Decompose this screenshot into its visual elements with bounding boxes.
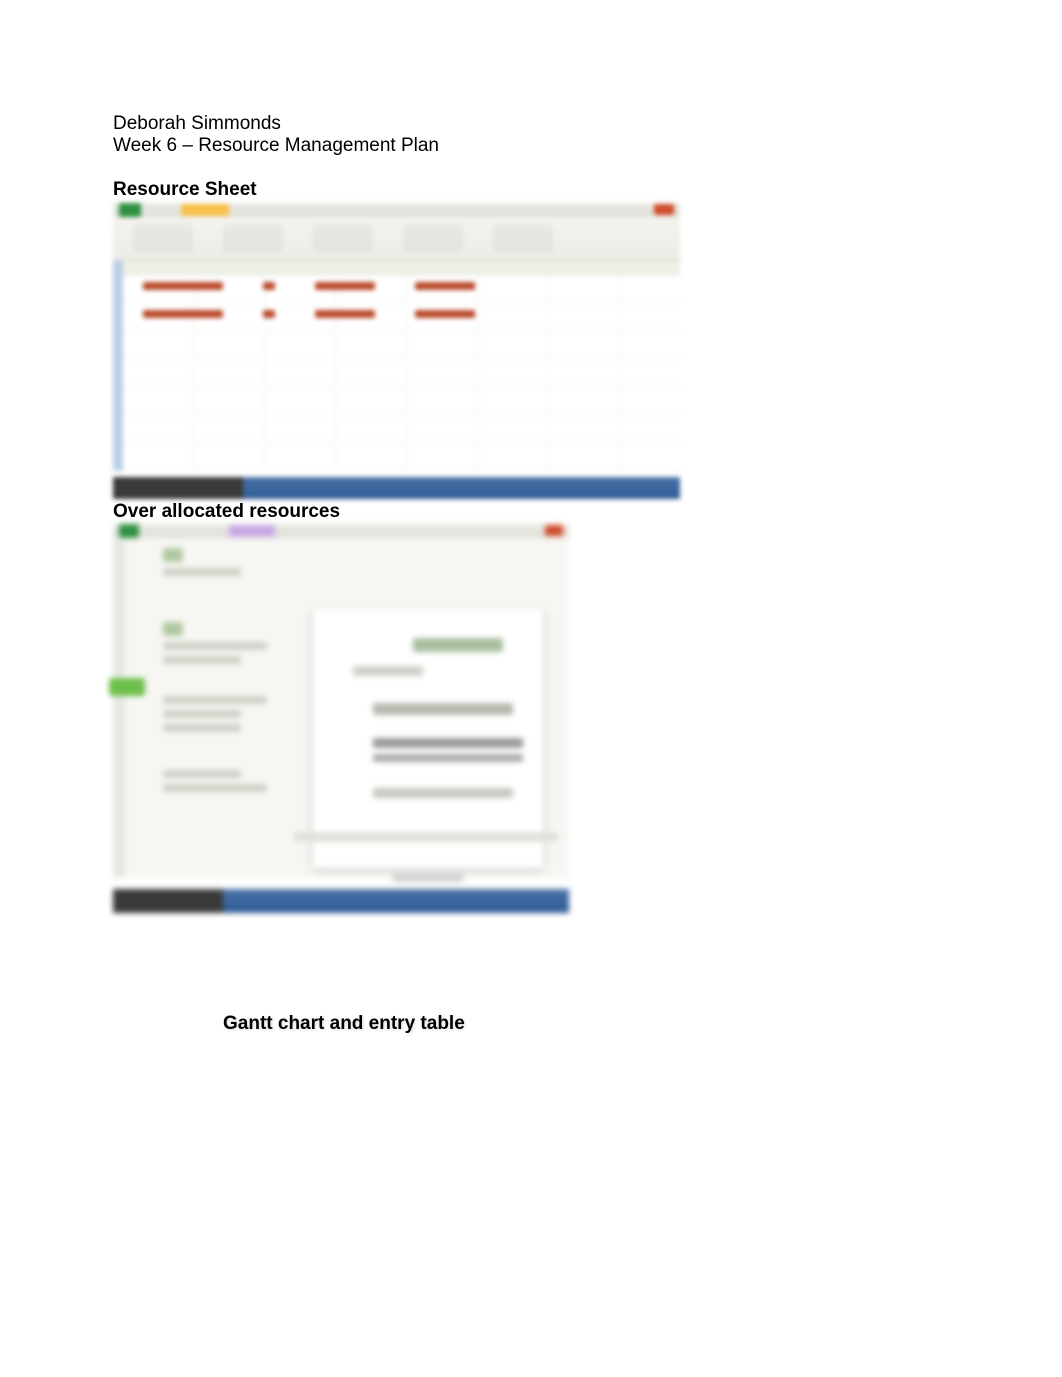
ribbon-tabstrip xyxy=(113,524,569,538)
active-ribbon-tab xyxy=(181,204,229,216)
grid-row xyxy=(143,307,650,321)
preview-content xyxy=(373,788,513,798)
grid-cell xyxy=(263,310,275,318)
print-options-panel xyxy=(163,548,293,868)
grid-row xyxy=(143,279,650,293)
option-block xyxy=(163,696,293,746)
section-heading-gantt: Gantt chart and entry table xyxy=(223,1013,1062,1035)
option-icon xyxy=(163,548,183,562)
document-subtitle: Week 6 – Resource Management Plan xyxy=(113,135,1062,157)
option-line xyxy=(163,724,241,732)
grid-cell xyxy=(143,282,223,290)
row-gutter xyxy=(113,261,123,471)
ribbon-group xyxy=(403,224,463,252)
preview-content xyxy=(373,738,523,748)
document-page: Deborah Simmonds Week 6 – Resource Manag… xyxy=(0,0,1062,1035)
option-line xyxy=(163,696,267,704)
option-block xyxy=(163,770,293,820)
ribbon-group xyxy=(313,224,373,252)
grid-cell xyxy=(143,310,223,318)
status-bar xyxy=(113,477,680,499)
preview-content xyxy=(373,754,523,762)
grid-cell xyxy=(415,282,475,290)
left-gutter xyxy=(113,538,125,878)
option-line xyxy=(163,568,241,576)
grid-cell xyxy=(315,310,375,318)
grid-cell xyxy=(315,282,375,290)
preview-content xyxy=(353,666,423,676)
active-nav-pill xyxy=(109,678,145,696)
grid-cell xyxy=(415,310,475,318)
option-icon xyxy=(163,622,183,636)
active-ribbon-tab xyxy=(229,525,275,537)
option-line xyxy=(163,656,241,664)
ribbon-group xyxy=(133,224,193,252)
ribbon-group xyxy=(223,224,283,252)
ribbon-body xyxy=(113,217,680,261)
grid-lines xyxy=(123,275,680,471)
window-close-icon xyxy=(545,525,563,536)
file-tab xyxy=(119,203,141,217)
ribbon-group xyxy=(493,224,553,252)
preview-content xyxy=(413,638,503,652)
option-line xyxy=(163,710,241,718)
grid-cell xyxy=(263,282,275,290)
preview-content xyxy=(373,703,513,715)
print-preview-page xyxy=(313,608,543,868)
backstage-body xyxy=(113,538,569,878)
option-line xyxy=(163,770,241,778)
resource-sheet-grid xyxy=(113,261,680,471)
window-close-icon xyxy=(654,204,674,215)
author-name: Deborah Simmonds xyxy=(113,113,1062,135)
option-line xyxy=(163,784,267,792)
horizontal-scrollbar xyxy=(293,832,559,842)
option-block xyxy=(163,622,293,672)
preview-page-label xyxy=(393,874,463,882)
file-tab xyxy=(119,524,139,538)
status-bar xyxy=(113,889,569,913)
over-allocated-screenshot xyxy=(113,524,569,913)
option-block xyxy=(163,548,293,598)
ribbon-tabstrip xyxy=(113,203,680,217)
resource-sheet-screenshot xyxy=(113,203,680,499)
section-heading-over-allocated: Over allocated resources xyxy=(113,501,1062,523)
option-line xyxy=(163,642,267,650)
section-heading-resource-sheet: Resource Sheet xyxy=(113,179,1062,201)
grid-header-row xyxy=(123,261,680,275)
